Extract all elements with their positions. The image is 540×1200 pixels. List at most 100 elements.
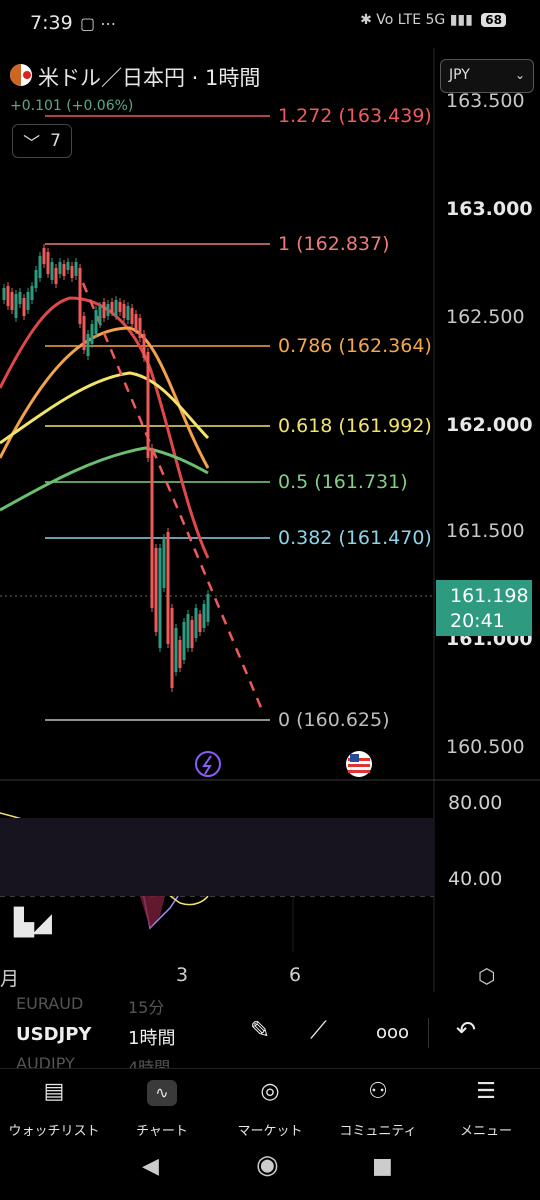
nav-market[interactable]: ◎ マーケット [216,1076,324,1139]
list-icon: ▤ [43,1079,65,1104]
nav-menu[interactable]: ☰ メニュー [432,1076,540,1139]
candle [106,304,110,316]
candle [174,628,178,672]
symbol-item[interactable]: EURAUD [16,994,83,1013]
price-label: 161.500 [446,520,525,542]
candle [138,318,142,338]
nav-label: ウォッチリスト [8,1124,100,1139]
price-label: 162.000 [446,414,533,436]
status-time: 7:39 [30,12,73,34]
ma-green [0,446,209,512]
fib-label: 0.786 (162.364) [278,335,432,357]
signal-icons: ✱ Vo LTE 5G ▮▮▮ [360,12,473,28]
candle [6,286,10,306]
candle [70,266,74,278]
price-label: 160.500 [446,736,525,758]
compass-icon: ◎ [260,1079,280,1104]
candle [182,622,186,660]
candle [150,448,154,608]
status-right: ✱ Vo LTE 5G ▮▮▮ 68 [360,12,506,28]
candle [122,304,126,318]
candle [198,614,202,632]
people-icon: ⚇ [368,1079,388,1104]
candle [54,268,58,284]
drawing-tools-icon[interactable]: ⟋ [310,1016,327,1044]
fib-label: 0.5 (161.731) [278,471,408,493]
candle [10,292,14,310]
chevron-down-icon: ﹀ [23,133,41,154]
candle [118,302,122,312]
status-bar: 7:39 ▢ ⋯ ✱ Vo LTE 5G ▮▮▮ 68 [0,0,540,48]
indicator-collapse-button[interactable]: ﹀ 7 [12,124,72,158]
ma-red [0,296,210,559]
candle [154,548,158,632]
candle [170,608,174,688]
price-label: 162.500 [446,306,525,328]
candle [46,252,50,274]
lightning-icon [195,751,221,777]
candle [42,248,46,264]
recents-icon[interactable]: ■ [372,1154,393,1179]
time-label: 3 [176,964,189,986]
current-price-tag: 161.198 20:41 [436,580,532,636]
candle [202,604,206,628]
candle [142,334,146,358]
price-label: 163.500 [446,90,525,112]
nav-label: コミュニティ [339,1124,417,1139]
candle [38,256,42,278]
nav-label: メニュー [459,1124,512,1139]
candle [186,614,190,648]
timeframe-item[interactable]: 15分 [128,994,164,1018]
nav-community[interactable]: ⚇ コミュニティ [324,1076,432,1139]
time-label: 6 [289,964,302,986]
timeframe-item-selected[interactable]: 1時間 [128,1024,175,1050]
candle [194,608,198,638]
price-label: 163.000 [446,198,533,220]
home-icon[interactable]: ◉ [256,1150,279,1180]
candle [26,292,30,310]
nav-label: マーケット [237,1124,303,1139]
fib-label: 0.382 (161.470) [278,527,432,549]
currency-value: JPY [449,67,470,83]
candle [2,288,6,300]
candle [134,314,138,330]
fib-label: 1.272 (163.439) [278,105,432,127]
settings-icon[interactable]: ⬡ [478,964,495,988]
oscillator-band [0,818,434,896]
menu-icon: ☰ [476,1079,496,1104]
candle [90,324,94,344]
candle [74,262,78,276]
back-icon[interactable]: ◀ [142,1154,159,1179]
candle [158,548,162,648]
ma-yellow [0,371,210,445]
candle [98,306,102,324]
fib-label: 1 (162.837) [278,233,390,255]
candle [166,532,170,644]
fib-label: 0.618 (161.992) [278,415,432,437]
candle [178,640,182,668]
candle [86,334,90,356]
nav-chart[interactable]: ∿ チャート [108,1076,216,1139]
candle [190,620,194,648]
battery-icon: 68 [481,13,506,27]
candle [62,264,66,276]
draw-pen-icon[interactable]: ✎ [250,1016,270,1044]
undo-icon[interactable]: ↶ [456,1016,476,1044]
candle [114,300,118,316]
candle [206,594,210,622]
candle [50,262,54,280]
toolbar-divider [428,1018,429,1048]
candle [146,352,150,458]
candle [102,302,106,318]
candle [22,298,26,316]
nav-watchlist[interactable]: ▤ ウォッチリスト [0,1076,108,1139]
candle [110,302,114,312]
ma-orange [0,326,210,469]
indicator-count: 7 [50,131,61,151]
symbol-item-selected[interactable]: USDJPY [16,1024,91,1045]
more-icon[interactable]: ooo [376,1022,409,1043]
candle [34,270,38,288]
candle [162,538,166,588]
chart-title[interactable]: 米ドル／日本円 · 1時間 [38,62,260,92]
currency-select[interactable]: JPY ⌄ [440,59,534,93]
